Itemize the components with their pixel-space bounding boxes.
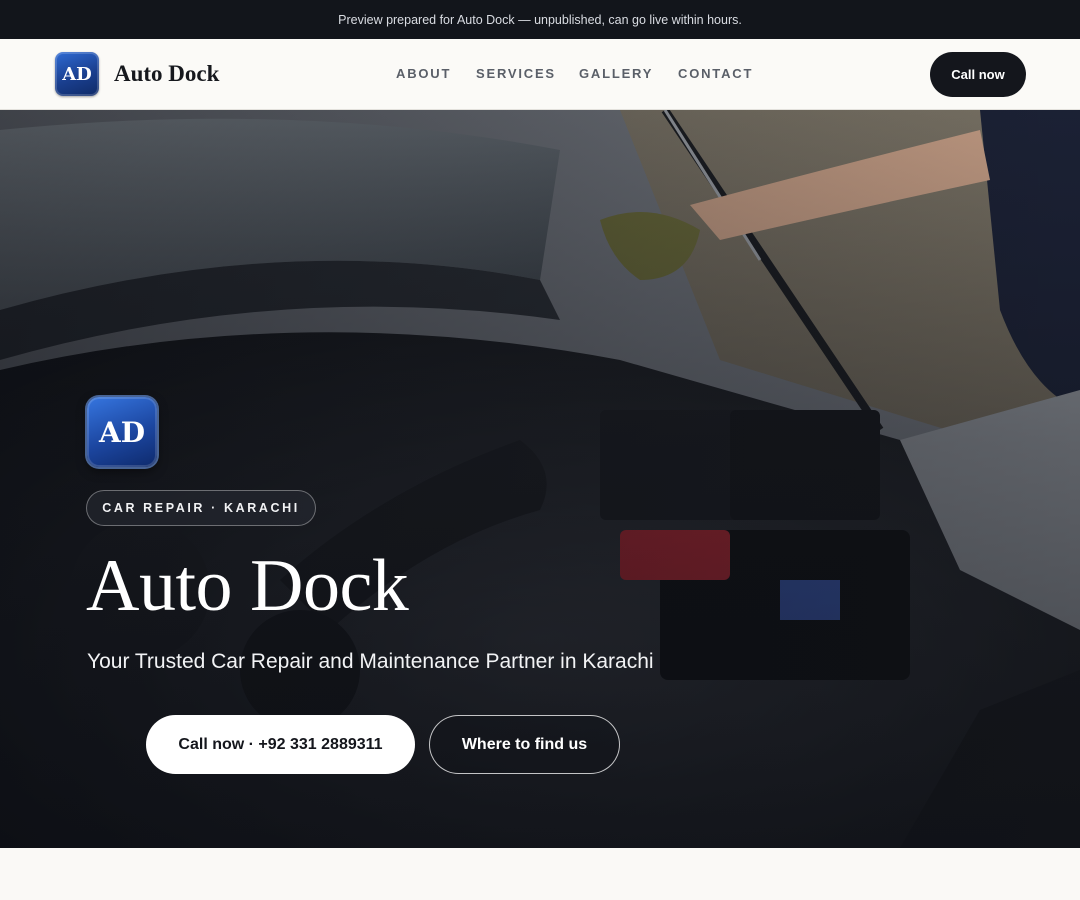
preview-banner: Preview prepared for Auto Dock — unpubli… [0, 0, 1080, 39]
preview-banner-text: Preview prepared for Auto Dock — unpubli… [338, 12, 742, 27]
nav-link-gallery[interactable]: GALLERY [579, 66, 653, 81]
hero-section: AD CAR REPAIR · KARACHI Auto Dock Your T… [0, 110, 1080, 848]
hero-logo-text: AD [98, 415, 145, 449]
where-to-find-us-button[interactable]: Where to find us [429, 715, 620, 774]
hero-logo: AD [87, 397, 157, 467]
header-call-button[interactable]: Call now [930, 52, 1026, 97]
nav-link-contact[interactable]: CONTACT [678, 66, 753, 81]
call-now-button[interactable]: Call now · +92 331 2889311 [146, 715, 415, 774]
hero-title: Auto Dock [86, 545, 409, 627]
site-header: AD Auto Dock ABOUT SERVICES GALLERY CONT… [0, 39, 1080, 110]
hero-subtitle: Your Trusted Car Repair and Maintenance … [87, 650, 654, 673]
main-nav: ABOUT SERVICES GALLERY CONTACT [0, 39, 1080, 109]
nav-link-services[interactable]: SERVICES [476, 66, 556, 81]
hero-tag-badge: CAR REPAIR · KARACHI [86, 490, 316, 526]
nav-link-about[interactable]: ABOUT [396, 66, 451, 81]
next-section [0, 848, 1080, 900]
